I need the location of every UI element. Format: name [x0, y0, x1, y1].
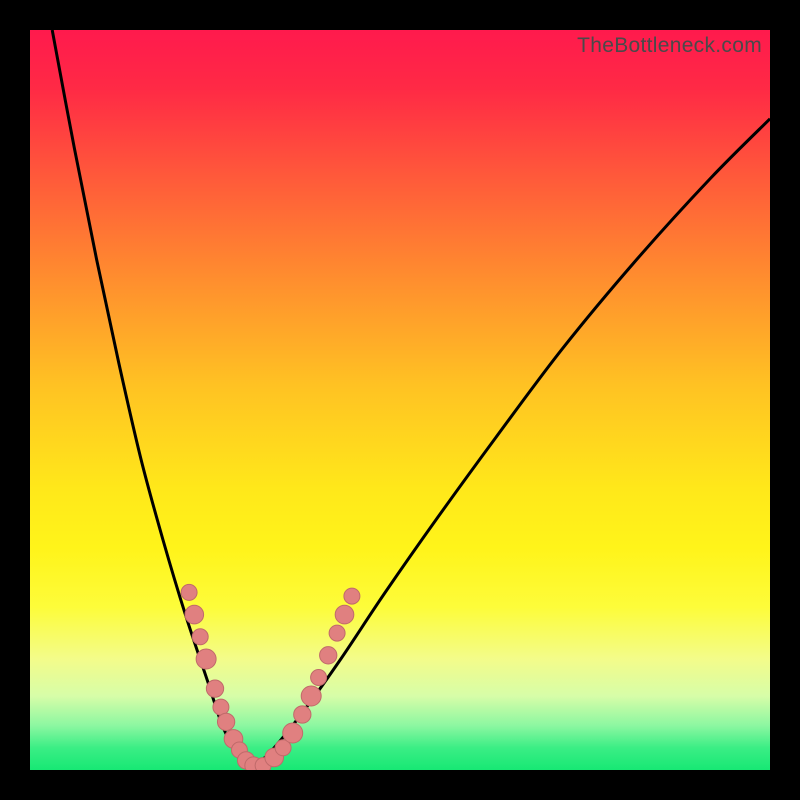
data-marker: [192, 629, 208, 645]
left-curve: [52, 30, 252, 770]
chart-frame: TheBottleneck.com: [0, 0, 800, 800]
data-marker: [283, 723, 303, 743]
data-marker: [311, 670, 327, 686]
data-marker: [185, 605, 204, 624]
data-marker: [217, 713, 234, 730]
data-marker: [335, 605, 354, 624]
data-marker: [294, 706, 311, 723]
data-marker: [213, 699, 229, 715]
data-marker: [181, 584, 197, 600]
marker-group: [181, 584, 360, 770]
data-marker: [344, 588, 360, 604]
data-marker: [329, 625, 345, 641]
data-marker: [206, 680, 223, 697]
data-marker: [196, 649, 216, 669]
chart-svg: [30, 30, 770, 770]
right-curve: [252, 119, 770, 770]
chart-plot-area: TheBottleneck.com: [30, 30, 770, 770]
data-marker: [301, 686, 321, 706]
data-marker: [320, 647, 337, 664]
